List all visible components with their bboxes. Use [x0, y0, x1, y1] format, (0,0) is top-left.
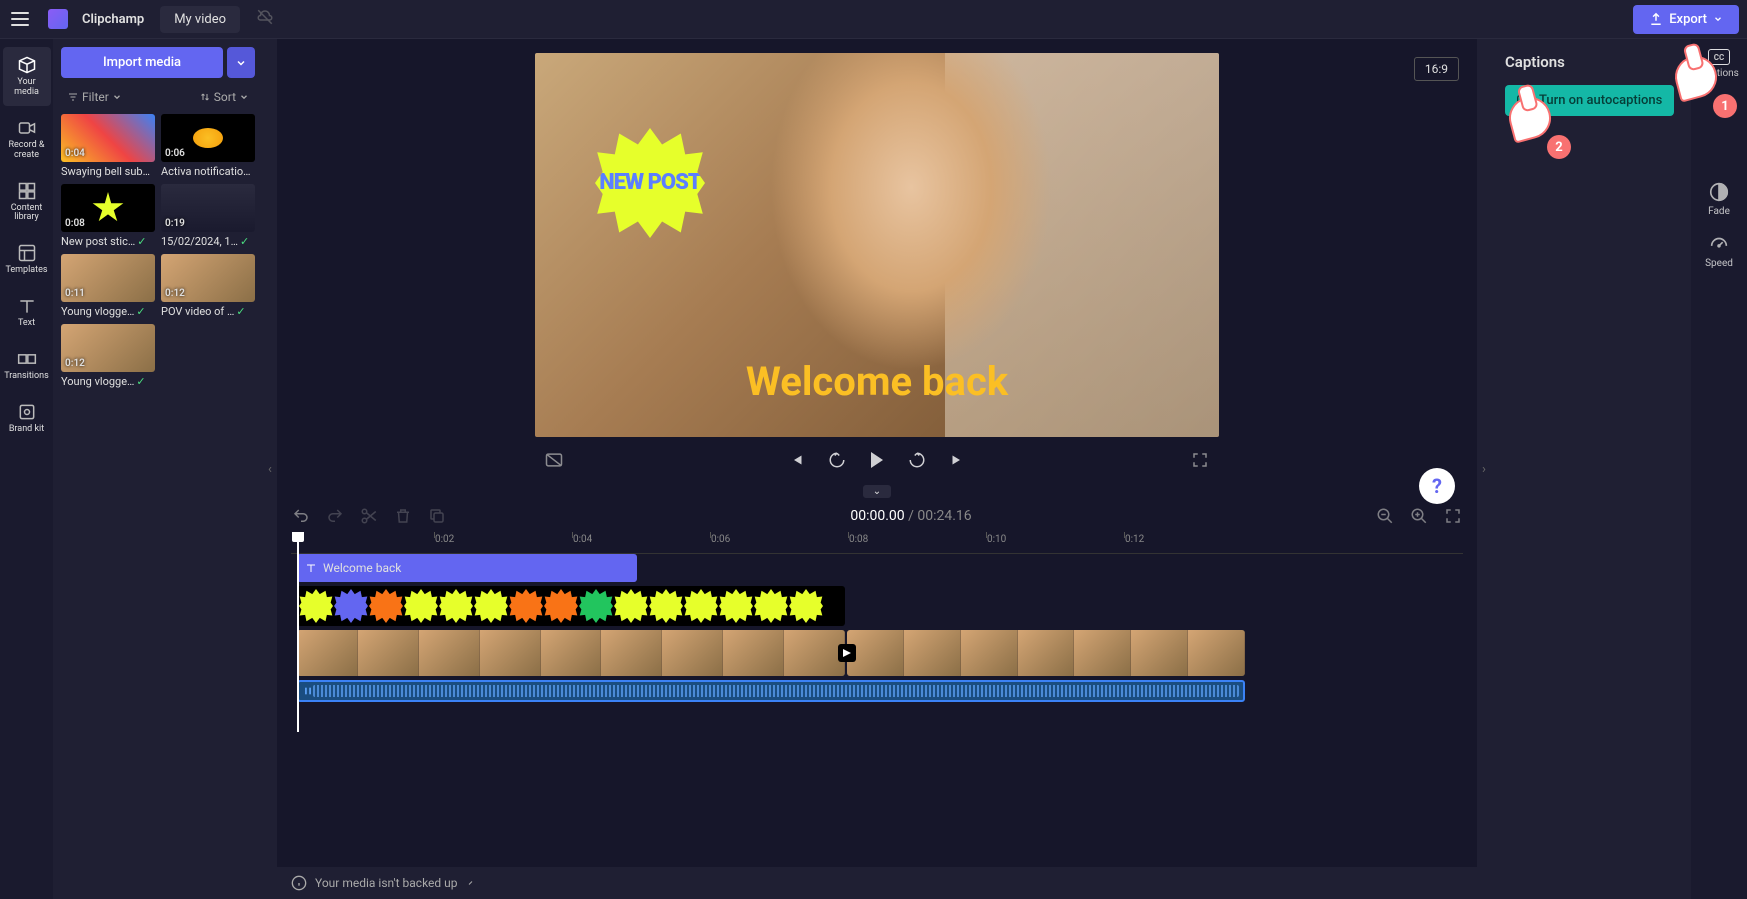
sync-off-icon[interactable] [256, 8, 274, 30]
info-icon [291, 875, 307, 891]
collapse-right-panel[interactable]: › [1477, 39, 1491, 899]
media-item[interactable]: 0:12 Young vlogge…✓ [61, 324, 155, 388]
chevron-up-icon[interactable] [466, 877, 478, 889]
play-button[interactable] [866, 449, 888, 471]
redo-button[interactable] [325, 506, 345, 526]
zoom-fit-button[interactable] [1443, 506, 1463, 526]
app-logo [48, 9, 68, 29]
duplicate-button[interactable] [427, 506, 447, 526]
sticker-clip[interactable] [297, 586, 845, 626]
annotation-pointer-2: 2 [1509, 97, 1565, 153]
media-item[interactable]: 0:04 Swaying bell sub… [61, 114, 155, 178]
transition-marker[interactable] [838, 644, 856, 662]
timecode-display: 00:00.00 / 00:24.16 [850, 508, 971, 524]
step-back-button[interactable] [826, 449, 848, 471]
footer-message: Your media isn't backed up [315, 876, 458, 890]
playhead[interactable] [297, 532, 299, 732]
export-button[interactable]: Export [1633, 5, 1739, 34]
video-preview[interactable]: NEW POST Welcome back [535, 53, 1219, 437]
project-name[interactable]: My video [160, 6, 240, 33]
nav-record-create[interactable]: Record & create [3, 110, 51, 169]
safe-zone-toggle[interactable] [543, 449, 565, 471]
overlay-text: Welcome back [535, 358, 1219, 405]
video-clip-2[interactable] [847, 630, 1245, 676]
nav-text[interactable]: Text [3, 288, 51, 337]
captions-panel: Captions CC Turn on autocaptions 2 [1491, 39, 1691, 899]
audio-clip[interactable] [297, 680, 1245, 702]
media-item[interactable]: 0:11 Young vlogge…✓ [61, 254, 155, 318]
collapse-preview-button[interactable]: ⌄ [863, 485, 891, 498]
app-name: Clipchamp [82, 12, 144, 27]
nav-templates[interactable]: Templates [3, 235, 51, 284]
audio-track[interactable] [291, 680, 1463, 702]
captions-panel-title: Captions [1505, 53, 1677, 71]
text-track[interactable]: Welcome back [291, 554, 1463, 582]
skip-end-button[interactable] [946, 449, 968, 471]
media-item[interactable]: 0:12 POV video of …✓ [161, 254, 255, 318]
zoom-out-button[interactable] [1375, 506, 1395, 526]
step-fwd-button[interactable] [906, 449, 928, 471]
video-clip-1[interactable] [297, 630, 845, 676]
nav-your-media[interactable]: Your media [3, 47, 51, 106]
import-media-button[interactable]: Import media [61, 47, 223, 78]
left-nav-rail: Your media Record & create Content libra… [0, 39, 53, 899]
nav-brand-kit[interactable]: Brand kit [3, 394, 51, 443]
aspect-ratio-button[interactable]: 16:9 [1414, 57, 1459, 81]
delete-button[interactable] [393, 506, 413, 526]
filter-button[interactable]: Filter [67, 90, 122, 104]
menu-button[interactable] [8, 7, 32, 31]
annotation-pointer-1: 1 [1675, 56, 1731, 112]
collapse-left-panel[interactable]: ‹ [263, 39, 277, 899]
sticker-track[interactable] [291, 586, 1463, 626]
skip-start-button[interactable] [786, 449, 808, 471]
timeline-ruler[interactable]: 00:020:040:060:080:100:12 [291, 532, 1463, 554]
export-label: Export [1669, 12, 1707, 27]
media-panel: Import media Filter Sort 0:04 Swaying be… [53, 39, 263, 899]
nav-content-library[interactable]: Content library [3, 173, 51, 232]
nav-transitions[interactable]: Transitions [3, 341, 51, 390]
text-clip[interactable]: Welcome back [297, 554, 637, 582]
sort-button[interactable]: Sort [199, 90, 249, 104]
split-button[interactable] [359, 506, 379, 526]
media-item[interactable]: 0:08 New post stic…✓ [61, 184, 155, 248]
import-media-dropdown[interactable] [227, 47, 255, 78]
help-button[interactable]: ? [1419, 468, 1455, 504]
undo-button[interactable] [291, 506, 311, 526]
right-property-rail: CC Captions 1 Fade Speed [1691, 39, 1747, 899]
prop-fade[interactable]: Fade [1708, 181, 1730, 217]
zoom-in-button[interactable] [1409, 506, 1429, 526]
media-item[interactable]: 0:06 Activa notificatio… [161, 114, 255, 178]
video-track[interactable] [291, 630, 1463, 676]
media-item[interactable]: 0:19 15/02/2024, 1…✓ [161, 184, 255, 248]
fullscreen-button[interactable] [1189, 449, 1211, 471]
prop-speed[interactable]: Speed [1705, 233, 1733, 269]
